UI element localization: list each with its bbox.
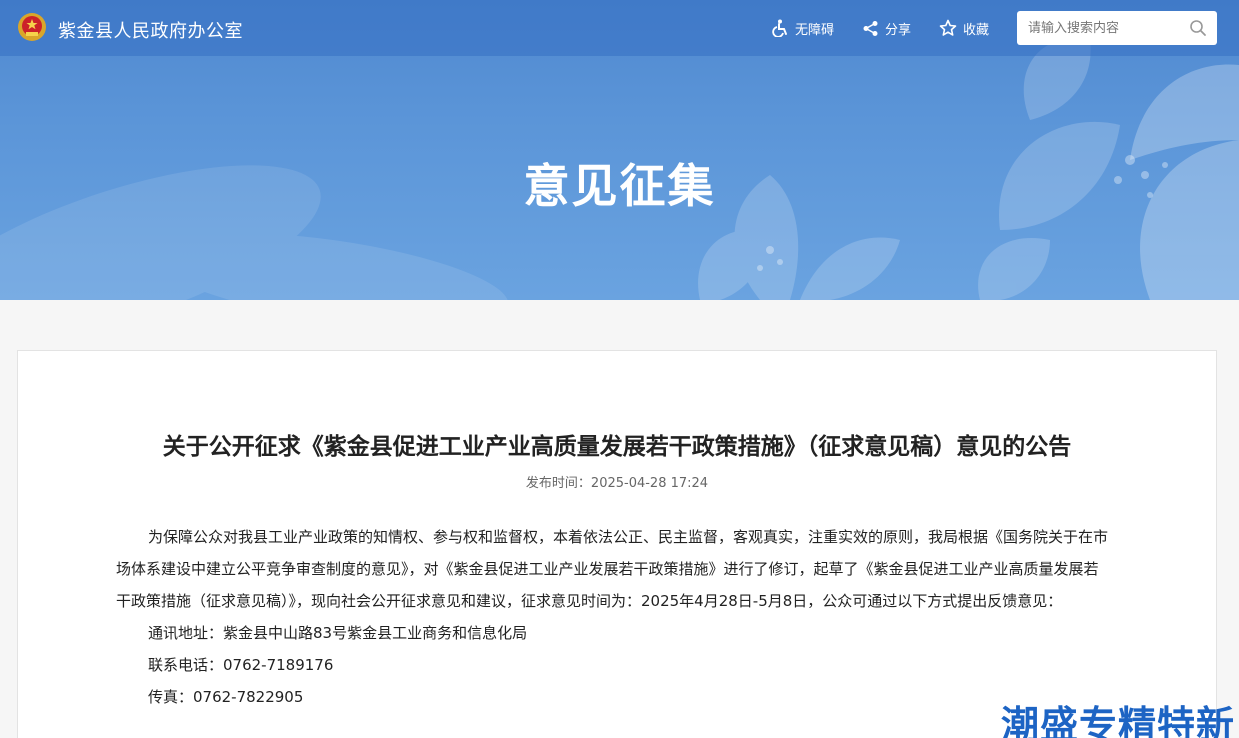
publish-meta: 发布时间：2025-04-28 17:24	[18, 472, 1216, 491]
article-paragraph: 为保障公众对我县工业产业政策的知情权、参与权和监督权，本着依法公正、民主监督，客…	[116, 528, 1109, 610]
contact-phone: 联系电话：0762-7189176	[148, 656, 334, 674]
publish-time: 2025-04-28 17:24	[590, 476, 709, 491]
banner: 紫金县人民政府办公室 无障碍 分享 收藏 请输入搜索内容 意见征集	[0, 0, 1239, 300]
national-emblem-logo	[18, 13, 46, 41]
star-icon	[939, 19, 957, 36]
banner-title: 意见征集	[523, 159, 716, 213]
publish-label: 发布时间：	[525, 476, 591, 491]
watermark-text: 潮盛专精特新	[1001, 703, 1236, 738]
accessibility-label: 无障碍	[795, 22, 835, 38]
accessibility-button[interactable]: 无障碍	[771, 18, 834, 38]
share-button[interactable]: 分享	[862, 18, 911, 38]
article-card: 关于公开征求《紫金县促进工业产业高质量发展若干政策措施》（征求意见稿）意见的公告…	[17, 350, 1217, 738]
favorite-button[interactable]: 收藏	[939, 18, 989, 38]
favorite-label: 收藏	[963, 22, 990, 38]
article-body: 为保障公众对我县工业产业政策的知情权、参与权和监督权，本着依法公正、民主监督，客…	[116, 521, 1111, 713]
share-label: 分享	[885, 22, 912, 38]
article-title: 关于公开征求《紫金县促进工业产业高质量发展若干政策措施》（征求意见稿）意见的公告	[162, 434, 1072, 460]
search-input[interactable]	[1017, 11, 1183, 45]
top-navigation-bar: 紫金县人民政府办公室 无障碍 分享 收藏	[0, 0, 1239, 56]
share-icon	[863, 20, 878, 36]
contact-address: 通讯地址：紫金县中山路83号紫金县工业商务和信息化局	[148, 624, 528, 642]
search-icon[interactable]	[1189, 19, 1207, 37]
contact-fax: 传真：0762-7822905	[148, 688, 304, 706]
wheelchair-icon	[772, 19, 787, 37]
site-name[interactable]: 紫金县人民政府办公室	[58, 17, 243, 43]
search-box	[1017, 11, 1217, 45]
